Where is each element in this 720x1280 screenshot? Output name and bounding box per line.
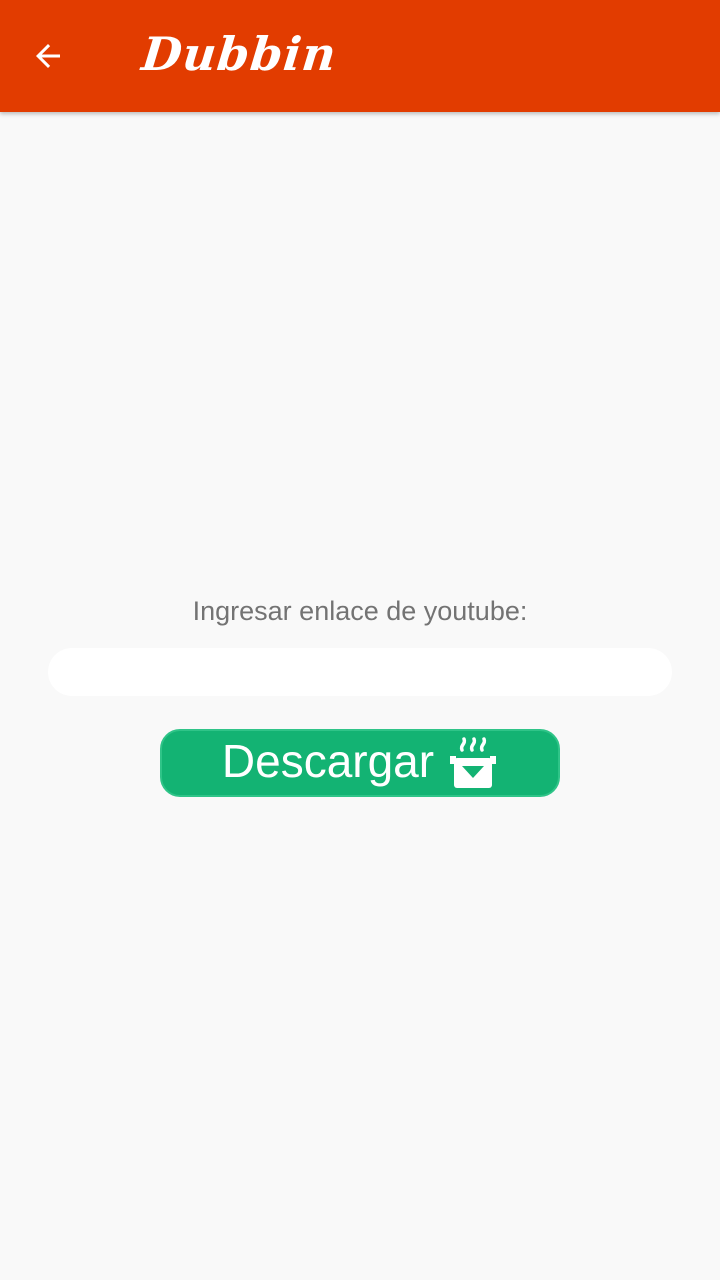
url-prompt-label: Ingresar enlace de youtube: [192, 596, 528, 626]
app-screen: Dubbin Ingresar enlace de youtube: Desca… [0, 0, 720, 1280]
download-box-icon [450, 737, 497, 788]
app-bar: Dubbin [0, 0, 720, 112]
download-button[interactable]: Descargar [160, 729, 560, 797]
youtube-url-input[interactable] [48, 648, 672, 696]
app-logo: Dubbin [139, 27, 340, 81]
download-button-label: Descargar [221, 735, 435, 787]
arrow-left-icon [36, 44, 60, 68]
back-button[interactable] [16, 24, 80, 88]
